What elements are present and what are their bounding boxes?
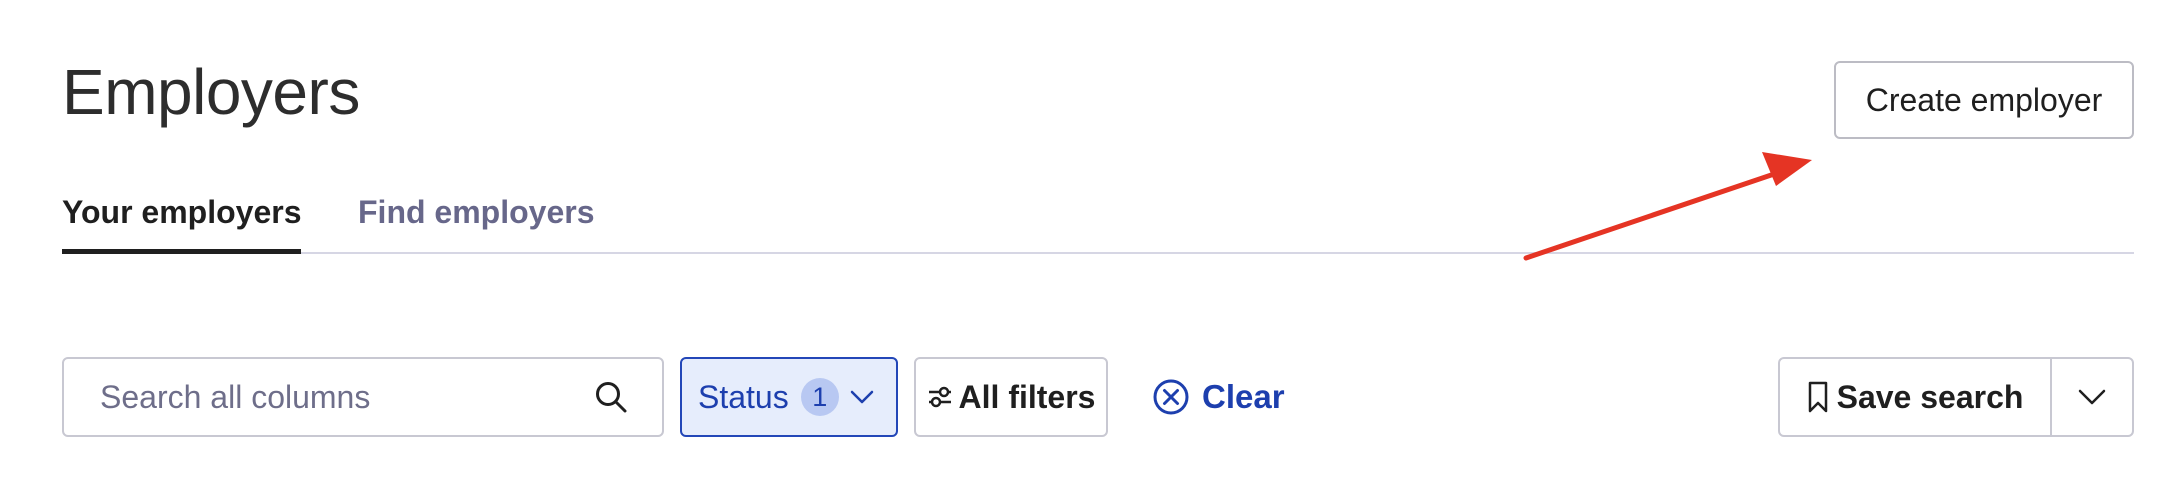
save-search-button[interactable]: Save search — [1780, 359, 2052, 435]
all-filters-label: All filters — [958, 378, 1096, 415]
bookmark-icon — [1807, 380, 1829, 414]
save-search-label: Save search — [1836, 378, 2024, 415]
status-count-badge: 1 — [800, 378, 839, 416]
save-search-menu-button[interactable] — [2052, 359, 2132, 435]
create-employer-button[interactable]: Create employer — [1834, 61, 2134, 139]
tab-your-employers[interactable]: Your employers — [62, 192, 302, 254]
page-title: Employers — [62, 56, 360, 128]
chevron-down-icon — [849, 389, 875, 405]
all-filters-button[interactable]: All filters — [914, 357, 1108, 437]
clear-label: Clear — [1202, 378, 1285, 415]
search-field — [62, 357, 664, 437]
search-icon[interactable] — [594, 380, 628, 414]
x-circle-icon — [1152, 378, 1190, 416]
search-input[interactable] — [98, 377, 594, 417]
status-filter-label: Status — [698, 378, 789, 415]
tab-bar: Your employers Find employers — [62, 180, 2134, 254]
chevron-down-icon — [2077, 388, 2107, 406]
tab-find-employers[interactable]: Find employers — [358, 192, 595, 249]
status-filter-button[interactable]: Status 1 — [680, 357, 898, 437]
sliders-icon — [927, 386, 953, 408]
clear-filters-button[interactable]: Clear — [1152, 357, 1285, 437]
save-search-group: Save search — [1778, 357, 2134, 437]
